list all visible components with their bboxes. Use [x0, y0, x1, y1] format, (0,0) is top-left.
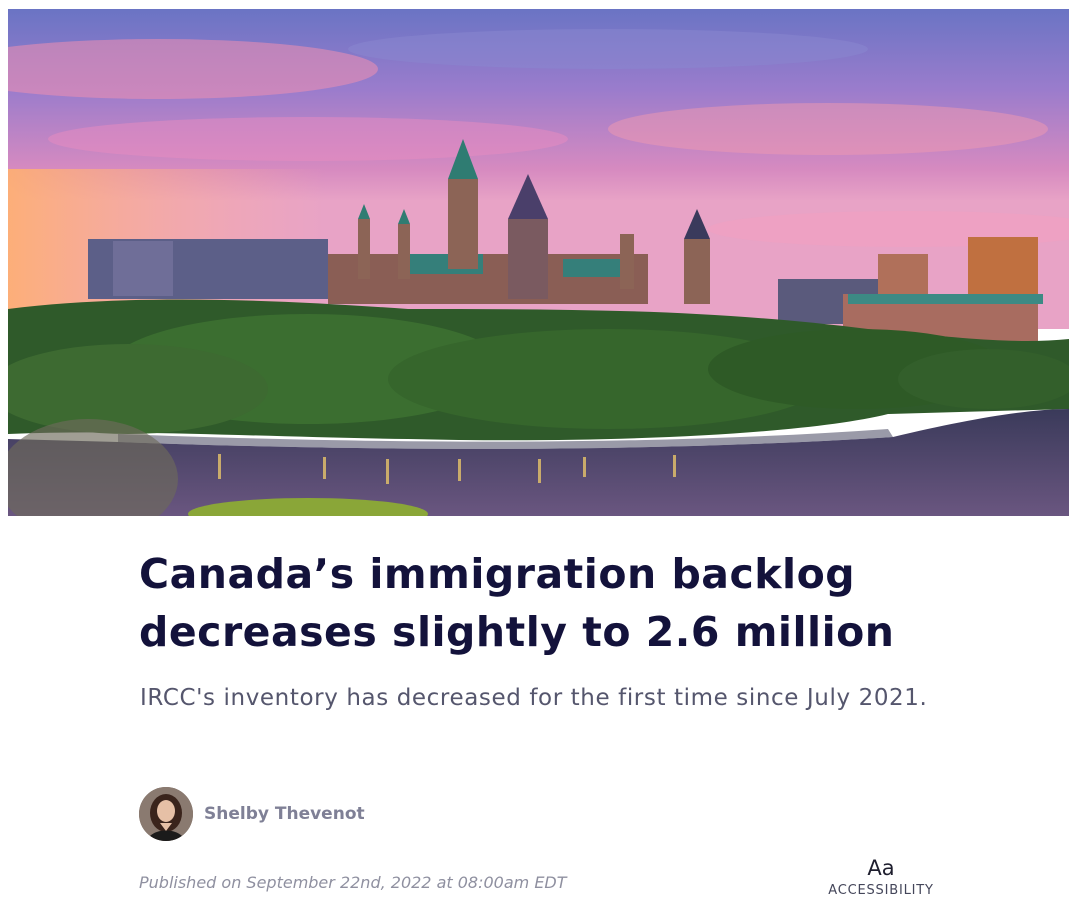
article-subtitle: IRCC's inventory has decreased for the f… [140, 685, 928, 711]
author-avatar[interactable] [139, 787, 193, 841]
font-size-icon: Aa [867, 856, 895, 880]
article-title-line-2: decreases slightly to 2.6 million [139, 608, 895, 656]
published-date: Published on September 22nd, 2022 at 08:… [139, 873, 567, 892]
hero-image [8, 9, 1069, 516]
accessibility-label: ACCESSIBILITY [828, 883, 934, 898]
author-byline: Shelby Thevenot [139, 786, 365, 842]
author-name-link[interactable]: Shelby Thevenot [204, 804, 365, 824]
accessibility-button[interactable]: Aa ACCESSIBILITY [822, 855, 940, 898]
article-title-line-1: Canada’s immigration backlog [139, 550, 856, 598]
article-title: Canada’s immigration backlog decreases s… [139, 545, 1019, 661]
